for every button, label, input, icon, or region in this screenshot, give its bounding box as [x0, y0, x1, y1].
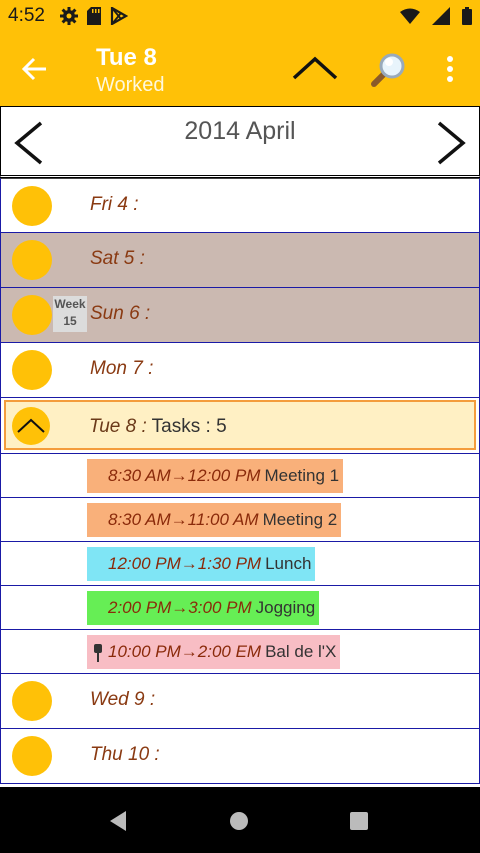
day-row-sun-6[interactable]: Week 15 Sun 6 :: [0, 288, 480, 343]
app-title: Tue 8: [96, 44, 157, 71]
day-row-sat-5[interactable]: Sat 5 :: [0, 233, 480, 288]
day-row-fri-4[interactable]: Fri 4 :: [0, 178, 480, 233]
week-badge-number: 15: [63, 314, 77, 328]
app-subtitle: Worked: [96, 74, 165, 96]
day-status-circle[interactable]: [12, 240, 52, 280]
nav-recents-icon[interactable]: [349, 811, 369, 831]
back-arrow-icon[interactable]: [20, 54, 50, 84]
day-label: Sun 6 :: [90, 303, 151, 324]
task-row[interactable]: 8:30 AM→12:00 PM Meeting 1: [0, 454, 480, 498]
day-status-circle[interactable]: [12, 736, 52, 776]
collapse-day-button[interactable]: [12, 407, 50, 445]
wifi-icon: [400, 8, 420, 24]
day-status-circle[interactable]: [12, 350, 52, 390]
selected-day-task-count: Tasks : 5: [151, 416, 227, 437]
status-time: 4:52: [8, 5, 45, 26]
battery-icon: [462, 7, 472, 25]
gear-icon: [60, 7, 78, 25]
task-time: 8:30 AM→11:00 AM: [108, 510, 259, 529]
sd-card-icon: [87, 7, 101, 25]
task-row[interactable]: 2:00 PM→3:00 PM Jogging: [0, 586, 480, 630]
day-list: Fri 4 : Sat 5 : Week 15 Sun 6 : Mon 7 : …: [0, 178, 480, 784]
task-time: 12:00 PM→1:30 PM: [108, 554, 262, 573]
task-chip[interactable]: 8:30 AM→12:00 PM Meeting 1: [87, 459, 344, 493]
task-name: Meeting 2: [262, 510, 338, 529]
day-label: Mon 7 :: [90, 358, 154, 379]
magnifier-icon[interactable]: [368, 50, 408, 90]
task-row[interactable]: 8:30 AM→11:00 AM Meeting 2: [0, 498, 480, 542]
signal-icon: [432, 7, 450, 25]
month-title: 2014 April: [184, 117, 296, 145]
day-status-circle[interactable]: [12, 186, 52, 226]
selected-day-label: Tue 8 : Tasks : 5: [89, 416, 227, 438]
day-row-thu-10[interactable]: Thu 10 :: [0, 729, 480, 784]
task-chip[interactable]: 2:00 PM→3:00 PM Jogging: [87, 591, 320, 625]
day-label: Fri 4 :: [90, 194, 139, 215]
task-name: Jogging: [255, 598, 316, 617]
task-chip[interactable]: 10:00 PM→2:00 EM Bal de l'X: [87, 635, 341, 669]
task-chip[interactable]: 8:30 AM→11:00 AM Meeting 2: [87, 503, 342, 537]
month-navigation: 2014 April: [0, 106, 480, 178]
day-status-circle[interactable]: [12, 295, 52, 335]
task-row[interactable]: 10:00 PM→2:00 EM Bal de l'X: [0, 630, 480, 674]
app-bar: Tue 8 Worked: [0, 32, 480, 106]
task-row[interactable]: 12:00 PM→1:30 PM Lunch: [0, 542, 480, 586]
play-store-icon: [110, 7, 128, 25]
week-number-badge: Week 15: [53, 296, 87, 332]
task-time: 10:00 PM→2:00 EM: [108, 642, 262, 661]
selected-day-date: Tue 8 :: [89, 416, 147, 437]
nav-back-icon[interactable]: [108, 810, 128, 832]
task-chip[interactable]: 12:00 PM→1:30 PM Lunch: [87, 547, 316, 581]
pin-icon: [94, 644, 102, 662]
chevron-up-icon[interactable]: [290, 52, 340, 86]
task-time: 2:00 PM→3:00 PM: [108, 598, 252, 617]
task-name: Meeting 1: [264, 466, 340, 485]
day-label: Wed 9 :: [90, 689, 156, 710]
chevron-up-icon: [17, 418, 45, 433]
week-badge-label: Week: [54, 297, 86, 311]
nav-home-icon[interactable]: [229, 811, 249, 831]
day-label: Sat 5 :: [90, 248, 145, 269]
chevron-right-icon[interactable]: [433, 119, 469, 167]
day-row-wed-9[interactable]: Wed 9 :: [0, 674, 480, 729]
more-vert-icon[interactable]: [437, 52, 463, 86]
task-name: Lunch: [265, 554, 312, 573]
day-status-circle[interactable]: [12, 681, 52, 721]
day-row-mon-7[interactable]: Mon 7 :: [0, 343, 480, 398]
system-navigation-bar: [0, 787, 480, 853]
task-time: 8:30 AM→12:00 PM: [108, 466, 261, 485]
status-bar: 4:52: [0, 0, 480, 32]
day-label: Thu 10 :: [90, 744, 160, 765]
day-row-tue-8-selected[interactable]: Tue 8 : Tasks : 5: [0, 398, 480, 454]
task-name: Bal de l'X: [265, 642, 337, 661]
